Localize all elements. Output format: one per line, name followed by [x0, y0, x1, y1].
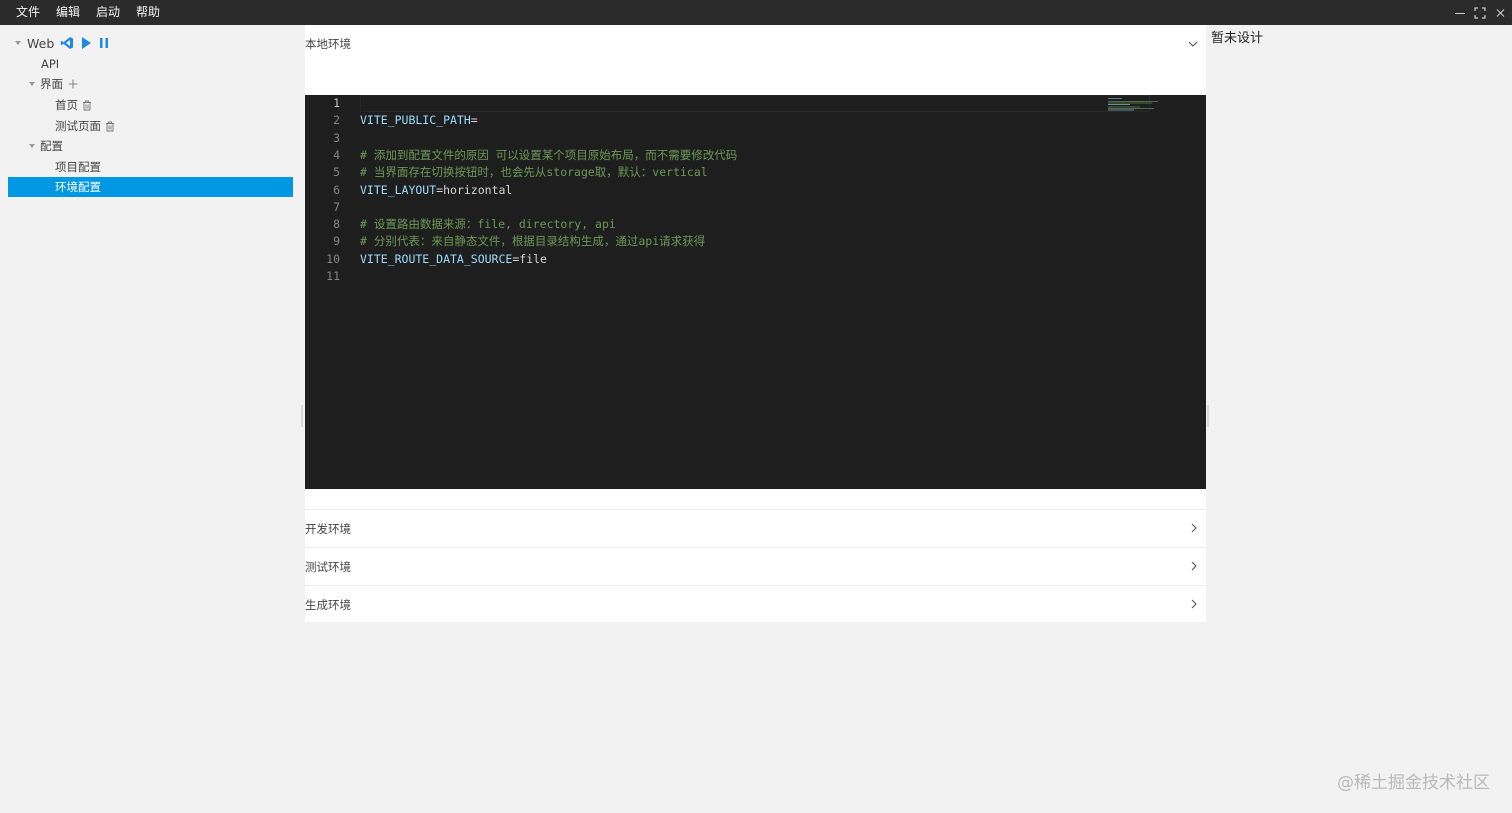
plus-icon[interactable] [68, 79, 78, 89]
env-panel-test-header[interactable]: 测试环境 [305, 548, 1206, 586]
right-panel: 暂未设计 [1211, 25, 1512, 813]
chevron-right-icon[interactable] [1190, 522, 1198, 536]
env-panel-local-header[interactable]: 本地环境 [305, 25, 1206, 63]
line-number: 2 [333, 113, 340, 128]
tree-item-test-page[interactable]: 测试页面 [8, 116, 293, 136]
tree-item-test-page-label: 测试页面 [55, 119, 101, 133]
env-panel-prod-title: 生成环境 [305, 598, 351, 612]
env-equals: = [470, 113, 478, 128]
code-text: VITE_PUBLIC_PATH= [360, 112, 478, 129]
tree-group-config-label: 配置 [40, 139, 63, 153]
tree-group-ui[interactable]: 界面 [8, 74, 293, 94]
menu-file[interactable]: 文件 [8, 0, 48, 25]
code-comment: # 当界面存在切换按钮时，也会先从storage取，默认：vertical [360, 165, 708, 180]
code-line: 1 [305, 95, 1206, 112]
line-number: 9 [333, 234, 340, 249]
env-panel-local-title: 本地环境 [305, 37, 351, 51]
close-icon[interactable] [1494, 7, 1506, 19]
window-controls [1454, 0, 1506, 25]
trash-icon[interactable] [82, 100, 92, 111]
code-line: 8 # 设置路由数据来源：file, directory, api [305, 216, 1206, 233]
tree-group-ui-label: 界面 [40, 77, 63, 91]
code-editor[interactable]: 1 2 VITE_PUBLIC_PATH= 3 4 # 添加到配置文件的原因 可… [305, 95, 1206, 489]
tree-item-project-config[interactable]: 项目配置 [8, 157, 293, 177]
env-panel-test-title: 测试环境 [305, 560, 351, 574]
code-line: 5 # 当界面存在切换按钮时，也会先从storage取，默认：vertical [305, 164, 1206, 181]
env-key: VITE_ROUTE_DATA_SOURCE [360, 251, 513, 266]
tree-root-web[interactable]: Web [8, 33, 293, 53]
vscode-icon[interactable] [60, 36, 74, 50]
sidebar: Web API 界面 首页 测试页面 配置 项目配置 环境配置 [0, 25, 300, 813]
code-comment: # 设置路由数据来源：file, directory, api [360, 217, 616, 232]
env-panel-dev-title: 开发环境 [305, 522, 351, 536]
line-number: 6 [333, 182, 340, 197]
env-panel-dev-header[interactable]: 开发环境 [305, 510, 1206, 548]
env-panel-test[interactable]: 测试环境 [305, 547, 1206, 585]
env-panel-prod[interactable]: 生成环境 [305, 585, 1206, 622]
caret-down-icon[interactable] [29, 144, 35, 148]
trash-icon[interactable] [105, 121, 115, 132]
right-splitter[interactable] [1207, 405, 1209, 427]
code-line: 9 # 分别代表：来自静态文件，根据目录结构生成，通过api请求获得 [305, 233, 1206, 250]
code-comment: # 添加到配置文件的原因 可以设置某个项目原始布局，而不需要修改代码 [360, 147, 738, 162]
tree-item-env-config[interactable]: 环境配置 [8, 177, 293, 197]
left-splitter[interactable] [301, 405, 303, 427]
line-number: 1 [333, 96, 340, 110]
env-value: file [519, 251, 547, 266]
caret-down-icon[interactable] [29, 82, 35, 86]
tree-root-label: Web [27, 35, 55, 51]
code-line: 7 [305, 199, 1206, 216]
tree-item-env-config-label: 环境配置 [55, 180, 101, 194]
line-number: 4 [333, 147, 340, 162]
code-line: 4 # 添加到配置文件的原因 可以设置某个项目原始布局，而不需要修改代码 [305, 147, 1206, 164]
env-panel-dev[interactable]: 开发环境 [305, 509, 1206, 547]
main-content: 本地环境 1 2 VITE_PUBLIC_PATH= 3 4 # 添加到配置文件… [305, 25, 1206, 813]
line-number: 8 [333, 217, 340, 232]
code-comment: # 分别代表：来自静态文件，根据目录结构生成，通过api请求获得 [360, 234, 706, 249]
code-line: 3 [305, 130, 1206, 147]
line-number: 3 [333, 130, 340, 145]
chevron-down-icon[interactable] [1188, 37, 1198, 51]
env-key: VITE_LAYOUT [360, 182, 437, 197]
watermark: @稀土掘金技术社区 [1337, 773, 1490, 793]
env-panel-local: 本地环境 1 2 VITE_PUBLIC_PATH= 3 4 # 添加到配置文件… [305, 25, 1206, 509]
line-number: 10 [326, 251, 340, 266]
env-panel-prod-header[interactable]: 生成环境 [305, 586, 1206, 624]
tree-item-home[interactable]: 首页 [8, 95, 293, 115]
right-panel-placeholder: 暂未设计 [1211, 31, 1264, 46]
menu-edit[interactable]: 编辑 [48, 0, 88, 25]
minimize-icon[interactable] [1454, 7, 1466, 19]
maximize-icon[interactable] [1474, 6, 1486, 19]
tree-item-home-label: 首页 [55, 98, 78, 112]
code-line: 6 VITE_LAYOUT=horizontal [305, 182, 1206, 199]
code-line: 10 VITE_ROUTE_DATA_SOURCE=file [305, 251, 1206, 268]
env-key: VITE_PUBLIC_PATH [360, 113, 471, 128]
menu-help[interactable]: 帮助 [128, 0, 168, 25]
title-bar: 文件 编辑 启动 帮助 [0, 0, 1512, 25]
chevron-right-icon[interactable] [1190, 560, 1198, 574]
chevron-right-icon[interactable] [1190, 598, 1198, 612]
tree-group-config[interactable]: 配置 [8, 136, 293, 156]
tree-item-api[interactable]: API [8, 54, 293, 74]
code-line: 2 VITE_PUBLIC_PATH= [305, 112, 1206, 129]
caret-down-icon[interactable] [15, 41, 21, 45]
line-number: 7 [333, 199, 340, 214]
menu-launch[interactable]: 启动 [88, 0, 128, 25]
code-text: VITE_LAYOUT=horizontal [360, 182, 512, 199]
code-text: VITE_ROUTE_DATA_SOURCE=file [360, 251, 547, 268]
code-line: 11 [305, 268, 1206, 285]
line-number: 11 [326, 269, 340, 283]
tree-item-project-config-label: 项目配置 [55, 160, 101, 174]
pause-icon[interactable] [98, 36, 110, 50]
menu-bar: 文件 编辑 启动 帮助 [8, 0, 168, 25]
tree-item-api-label: API [41, 57, 60, 71]
env-value: horizontal [443, 182, 513, 197]
line-number: 5 [333, 165, 340, 180]
play-icon[interactable] [80, 36, 92, 50]
